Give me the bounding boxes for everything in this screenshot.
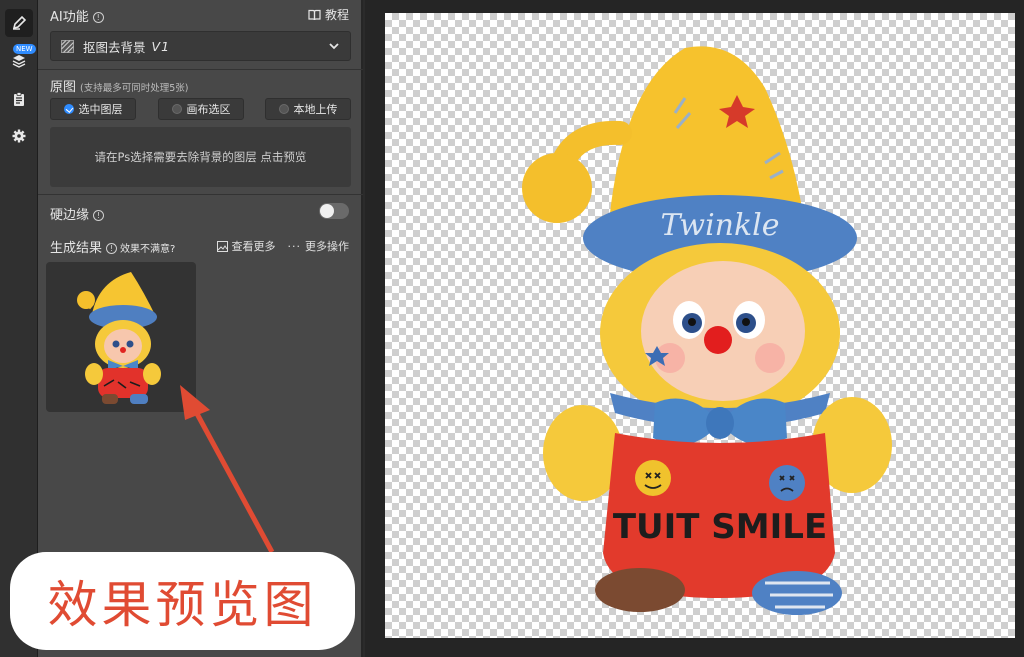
results-section-title: 生成结果! 效果不满意? <box>50 237 175 256</box>
results-title-text: 生成结果 <box>50 241 103 256</box>
ai-title-text: AI功能 <box>50 10 89 25</box>
settings-tool-button[interactable] <box>5 122 33 150</box>
cutout-tool-icon <box>61 39 74 53</box>
view-more-button[interactable]: 查看更多 <box>216 238 276 254</box>
tool-version: V1 <box>151 38 171 54</box>
source-title-text: 原图 <box>50 80 77 95</box>
toy-cutout-image: Twinkle TUIT SMILE <box>522 46 892 615</box>
tutorial-link[interactable]: 教程 <box>308 6 349 23</box>
brush-tool-button[interactable] <box>5 9 33 37</box>
hard-edge-toggle[interactable] <box>319 203 349 219</box>
source-option-selected-layer[interactable]: 选中图层 <box>50 98 136 120</box>
source-section-title: 原图 (支持最多可同时处理5张) <box>50 76 188 95</box>
info-icon: ! <box>106 243 118 254</box>
ai-section-title: AI功能! <box>50 6 104 25</box>
document-canvas[interactable]: Twinkle TUIT SMILE <box>385 13 1015 638</box>
chevron-down-icon <box>329 43 339 50</box>
view-more-label: 查看更多 <box>231 240 276 253</box>
divider <box>38 194 363 195</box>
results-actions: 查看更多 ··· 更多操作 <box>216 238 350 254</box>
clipboard-icon <box>14 92 24 106</box>
radio-unchecked-icon <box>278 104 289 114</box>
info-icon[interactable]: ! <box>93 210 105 221</box>
gear-icon <box>12 129 26 143</box>
callout-text: 效果预览图 <box>47 576 318 634</box>
radio-checked-icon <box>63 104 74 114</box>
hat-text: Twinkle <box>660 208 779 243</box>
source-option-label: 本地上传 <box>293 103 338 116</box>
source-note: (支持最多可同时处理5张) <box>80 83 189 94</box>
more-dots-icon: ··· <box>287 239 301 253</box>
preview-drop-area[interactable]: 请在Ps选择需要去除背景的图层 点击预览 <box>50 127 351 187</box>
result-thumbnail[interactable] <box>46 262 196 412</box>
tutorial-label: 教程 <box>324 8 349 22</box>
clipboard-tool-button[interactable] <box>5 85 33 113</box>
belly-text: TUIT SMILE <box>613 507 827 547</box>
source-option-local-upload[interactable]: 本地上传 <box>265 98 351 120</box>
radio-unchecked-icon <box>171 104 182 114</box>
book-icon <box>308 9 321 20</box>
app-window: NEW AI功能! 教程 抠图去背景 V1 原图 (支持最多可同时处理5张) 选… <box>0 0 1024 657</box>
source-option-label: 选中图层 <box>78 103 123 116</box>
source-option-label: 画布选区 <box>186 103 231 116</box>
layers-icon <box>12 55 26 68</box>
toy-thumbnail-image <box>77 272 161 404</box>
more-actions-button[interactable]: ··· 更多操作 <box>288 238 350 254</box>
hard-edge-label: 硬边缘! <box>50 204 105 223</box>
hard-edge-text: 硬边缘 <box>50 208 90 223</box>
tool-select[interactable]: 抠图去背景 V1 <box>50 31 351 61</box>
canvas-area: Twinkle TUIT SMILE <box>365 0 1024 657</box>
annotation-callout: 效果预览图 <box>10 552 355 650</box>
new-badge: NEW <box>13 44 36 54</box>
tool-select-label: 抠图去背景 <box>83 39 146 55</box>
brush-icon <box>12 15 27 30</box>
preview-hint: 请在Ps选择需要去除背景的图层 点击预览 <box>94 150 307 164</box>
more-actions-label: 更多操作 <box>305 240 349 253</box>
divider <box>38 69 363 70</box>
source-option-canvas-selection[interactable]: 画布选区 <box>158 98 244 120</box>
info-icon[interactable]: ! <box>92 12 104 23</box>
feedback-link[interactable]: 效果不满意? <box>120 244 175 255</box>
image-list-icon <box>216 240 228 252</box>
